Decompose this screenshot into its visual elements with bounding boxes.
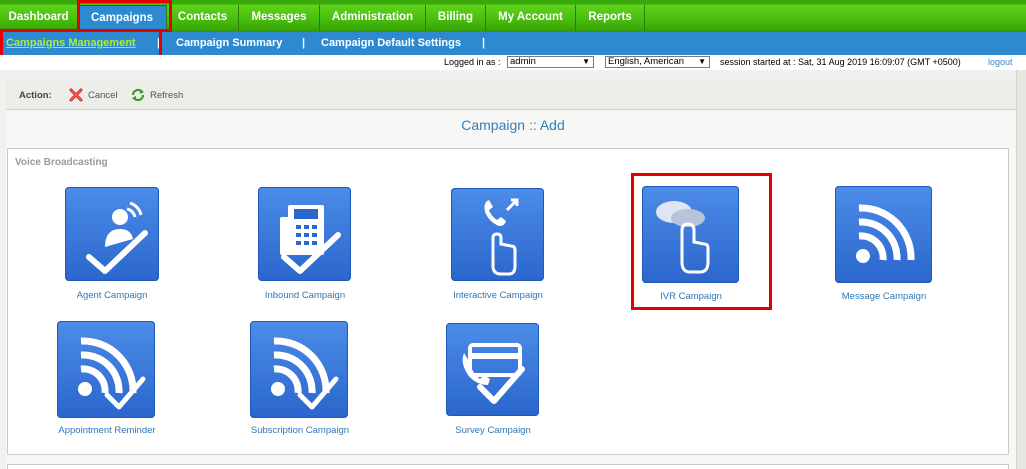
language-select-value: English, American — [608, 56, 685, 67]
nav-my-account[interactable]: My Account — [486, 5, 576, 31]
nav-campaigns[interactable]: Campaigns — [78, 5, 167, 31]
nav-dashboard[interactable]: Dashboard — [0, 5, 78, 31]
subnav-separator: | — [302, 37, 306, 49]
action-bar: Action: Cancel Refresh — [6, 80, 1016, 110]
sub-nav: Campaigns Management | Campaign Summary … — [0, 32, 1026, 55]
agent-campaign-tile[interactable]: Agent Campaign — [32, 187, 192, 307]
logout-link[interactable]: logout — [988, 57, 1013, 67]
nav-administration[interactable]: Administration — [320, 5, 426, 31]
agent-check-icon — [65, 187, 159, 281]
refresh-label: Refresh — [150, 90, 184, 101]
logged-in-label: Logged in as : — [444, 57, 501, 67]
card-check-icon — [446, 323, 539, 416]
user-select-value: admin — [510, 56, 536, 67]
page-scrollbar[interactable] — [1016, 70, 1026, 469]
tile-label: Agent Campaign — [76, 290, 148, 301]
cancel-button[interactable]: Cancel — [68, 87, 123, 103]
appointment-reminder-tile[interactable]: Appointment Reminder — [27, 321, 187, 441]
tile-label: IVR Campaign — [660, 291, 722, 302]
refresh-button[interactable]: Refresh — [130, 87, 190, 103]
subnav-separator: | — [482, 37, 486, 49]
user-select[interactable]: admin ▼ — [507, 56, 594, 68]
language-select[interactable]: English, American ▼ — [605, 56, 710, 68]
tile-label: Subscription Campaign — [250, 425, 350, 436]
subscription-campaign-tile[interactable]: Subscription Campaign — [220, 321, 380, 441]
nav-messages[interactable]: Messages — [239, 5, 320, 31]
inbound-campaign-tile[interactable]: Inbound Campaign — [225, 187, 385, 307]
session-bar: Logged in as : admin ▼ English, American… — [0, 55, 1026, 70]
cancel-label: Cancel — [88, 90, 118, 101]
signal-check-icon — [57, 321, 155, 418]
interactive-campaign-tile[interactable]: Interactive Campaign — [418, 187, 578, 307]
refresh-icon — [131, 88, 145, 102]
subnav-campaigns-management[interactable]: Campaigns Management — [6, 32, 136, 55]
signal-icon — [835, 186, 932, 283]
tile-label: Interactive Campaign — [453, 290, 543, 301]
page-title: Campaign :: Add — [461, 117, 565, 133]
subnav-campaign-summary[interactable]: Campaign Summary — [176, 32, 282, 55]
section-title: Voice Broadcasting — [15, 157, 108, 168]
phone-check-icon — [258, 187, 351, 281]
cancel-icon — [69, 88, 83, 102]
chevron-down-icon: ▼ — [582, 57, 590, 66]
tile-label: Inbound Campaign — [264, 290, 346, 301]
action-label: Action: — [19, 90, 52, 101]
ivr-campaign-tile[interactable]: IVR Campaign — [611, 186, 771, 306]
tile-label: Message Campaign — [841, 291, 927, 302]
lower-panel — [7, 464, 1009, 469]
signal-check-icon — [250, 321, 348, 418]
main-nav: Dashboard Campaigns Contacts Messages Ad… — [0, 0, 1026, 32]
nav-billing[interactable]: Billing — [426, 5, 486, 31]
session-info: session started at : Sat, 31 Aug 2019 16… — [720, 57, 961, 67]
message-campaign-tile[interactable]: Message Campaign — [804, 186, 964, 306]
subnav-separator: | — [157, 37, 161, 49]
nav-reports[interactable]: Reports — [576, 5, 645, 31]
subnav-campaign-default-settings[interactable]: Campaign Default Settings — [321, 32, 461, 55]
tile-label: Survey Campaign — [455, 425, 531, 436]
chevron-down-icon: ▼ — [698, 57, 706, 66]
nav-contacts[interactable]: Contacts — [167, 5, 239, 31]
tile-label: Appointment Reminder — [58, 425, 156, 436]
speech-finger-icon — [642, 186, 739, 283]
survey-campaign-tile[interactable]: Survey Campaign — [413, 323, 573, 443]
phone-finger-icon — [451, 188, 544, 281]
